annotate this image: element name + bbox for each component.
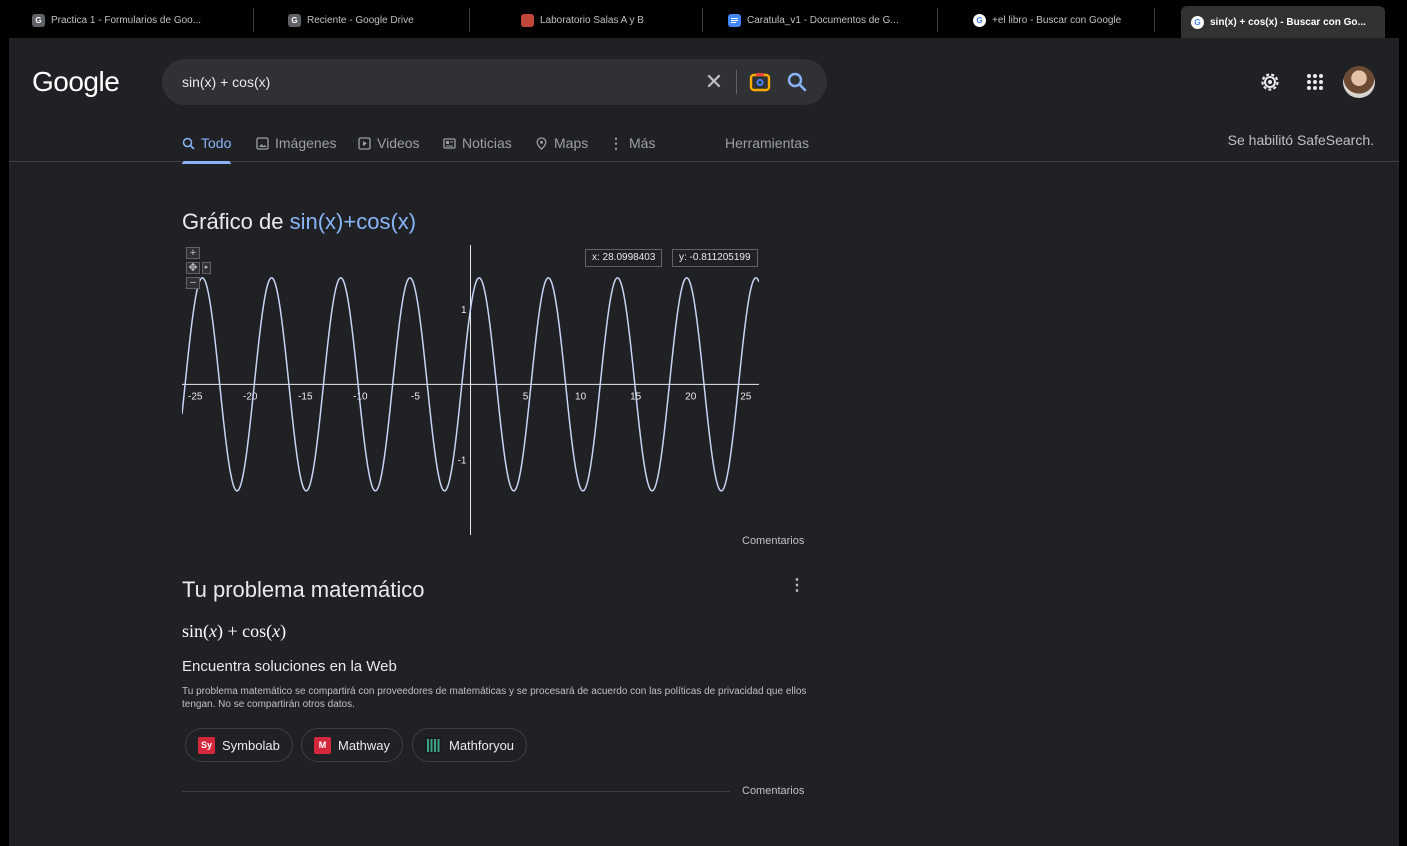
provider-label: Mathway: [338, 737, 391, 753]
math-expression: sin(x) + cos(x): [182, 621, 286, 642]
graph-feedback-link[interactable]: Comentarios: [742, 535, 804, 547]
mathway-logo-icon: M: [314, 736, 331, 754]
tab-title: +el libro - Buscar con Google: [992, 14, 1122, 26]
tools-button[interactable]: Herramientas: [725, 132, 809, 154]
zoom-controls: + ✥ ▸ −: [182, 245, 212, 295]
tab-el-libro[interactable]: G +el libro - Buscar con Google: [963, 8, 1155, 32]
tab-title: sin(x) + cos(x) - Buscar con Go...: [1210, 16, 1366, 28]
tab-todo[interactable]: Todo: [182, 132, 232, 164]
search-input[interactable]: [182, 59, 662, 105]
map-pin-icon: [536, 136, 547, 150]
browser-tab-strip: G Practica 1 - Formularios de Goo... G R…: [0, 0, 1407, 38]
y-coordinate-readout: y: -0.811205199: [672, 249, 758, 267]
expr-part: ) + cos(: [217, 621, 273, 641]
tab-laboratorio[interactable]: Laboratorio Salas A y B: [511, 8, 703, 32]
tab-title: Reciente - Google Drive: [307, 14, 414, 26]
search-results-page: Google ✕ Todo: [9, 38, 1399, 846]
google-docs-favicon-icon: [728, 13, 741, 27]
lens-icon[interactable]: [747, 69, 773, 95]
provider-label: Symbolab: [222, 737, 280, 753]
tab-practica[interactable]: G Practica 1 - Formularios de Goo...: [22, 8, 254, 32]
x-coordinate-readout: x: 28.0998403: [585, 249, 663, 267]
news-icon: [443, 137, 456, 149]
graph-title-prefix: Gráfico de: [182, 209, 290, 234]
tab-label: Imágenes: [275, 135, 337, 151]
tab-maps[interactable]: Maps: [535, 132, 588, 154]
tools-label: Herramientas: [725, 135, 810, 151]
mathforyou-logo-icon: [425, 736, 442, 754]
symbolab-logo-icon: Sy: [198, 736, 215, 754]
tab-label: Más: [629, 135, 656, 151]
graph-plot-area[interactable]: -25 -20 -15 -10 -5 5 10 15 20 251-1: [181, 245, 760, 535]
tab-label: Maps: [554, 135, 589, 151]
pan-right-button[interactable]: ▸: [202, 262, 211, 274]
math-feedback-link[interactable]: Comentarios: [742, 785, 804, 797]
clear-icon[interactable]: ✕: [702, 70, 726, 94]
image-icon: [256, 136, 269, 150]
y-tick-label: -1: [458, 456, 467, 467]
search-nav-bar: Todo Imágenes Videos Noticias Maps ⋮ Más…: [9, 125, 1399, 164]
graph-title-function: sin(x)+cos(x): [289, 209, 417, 234]
graph-title: Gráfico de sin(x)+cos(x): [182, 209, 416, 235]
tab-drive[interactable]: G Reciente - Google Drive: [278, 8, 470, 32]
x-tick-label: 25: [740, 391, 752, 402]
math-problem-title: Tu problema matemático: [182, 577, 425, 602]
more-options-icon[interactable]: ⋮: [789, 576, 805, 596]
search-divider: [736, 70, 737, 94]
tab-title: Caratula_v1 - Documentos de G...: [747, 14, 899, 26]
x-tick-label: 20: [685, 391, 697, 402]
tab-imagenes[interactable]: Imágenes: [256, 132, 336, 154]
function-graph[interactable]: -25 -20 -15 -10 -5 5 10 15 20 25 1 -1 + ✥ ▸ − x: 28…: [181, 245, 760, 535]
apps-icon[interactable]: [1302, 69, 1328, 95]
tab-label: Noticias: [462, 135, 512, 151]
mathway-button[interactable]: M Mathway: [301, 728, 404, 762]
provider-label: Mathforyou: [449, 737, 515, 753]
tab-label: Videos: [377, 135, 420, 151]
x-tick-label: 10: [575, 391, 587, 402]
search-icon: [182, 137, 195, 150]
safesearch-notice[interactable]: Se habilitó SafeSearch.: [1228, 132, 1374, 148]
search-icon[interactable]: [784, 69, 810, 95]
google-favicon-icon: G: [1191, 15, 1204, 29]
zoom-in-button[interactable]: +: [186, 247, 200, 259]
tab-noticias[interactable]: Noticias: [443, 132, 512, 154]
tab-label: Todo: [201, 135, 232, 151]
google-drive-favicon-icon: G: [288, 13, 301, 27]
find-solutions-title: Encuentra soluciones en la Web: [182, 658, 397, 675]
expr-var: x: [209, 621, 217, 641]
tab-sin-cos[interactable]: G sin(x) + cos(x) - Buscar con Go...: [1181, 6, 1385, 38]
x-tick-label: -25: [188, 391, 203, 402]
more-vert-icon: ⋮: [609, 134, 623, 151]
privacy-disclaimer: Tu problema matemático se compartirá con…: [182, 686, 807, 710]
tab-videos[interactable]: Videos: [358, 132, 420, 154]
avatar[interactable]: [1343, 66, 1375, 98]
x-tick-label: -15: [298, 391, 313, 402]
x-tick-label: 5: [523, 391, 529, 402]
mathforyou-button[interactable]: Mathforyou: [412, 728, 528, 762]
google-favicon-icon: G: [973, 13, 986, 27]
expr-part: sin(: [182, 621, 209, 641]
zoom-out-button[interactable]: −: [186, 277, 200, 289]
x-tick-label: -5: [411, 391, 420, 402]
settings-icon[interactable]: [1257, 69, 1283, 95]
expr-var: x: [272, 621, 281, 641]
laboratorio-favicon-icon: [521, 13, 534, 27]
expr-part: ): [280, 621, 287, 641]
y-tick-label: 1: [461, 305, 467, 316]
tab-mas[interactable]: ⋮ Más: [609, 132, 655, 154]
tab-title: Laboratorio Salas A y B: [540, 14, 644, 26]
search-bar: ✕: [162, 59, 827, 105]
video-icon: [358, 136, 371, 150]
x-tick-label: -20: [243, 391, 258, 402]
section-divider: [182, 791, 730, 792]
symbolab-button[interactable]: Sy Symbolab: [185, 728, 293, 762]
x-tick-label: -10: [353, 391, 368, 402]
tab-title: Practica 1 - Formularios de Goo...: [51, 14, 202, 26]
google-forms-favicon-icon: G: [32, 13, 45, 27]
tab-caratula[interactable]: Caratula_v1 - Documentos de G...: [718, 8, 938, 32]
google-logo[interactable]: Google: [32, 66, 120, 98]
pan-icon[interactable]: ✥: [186, 262, 200, 274]
